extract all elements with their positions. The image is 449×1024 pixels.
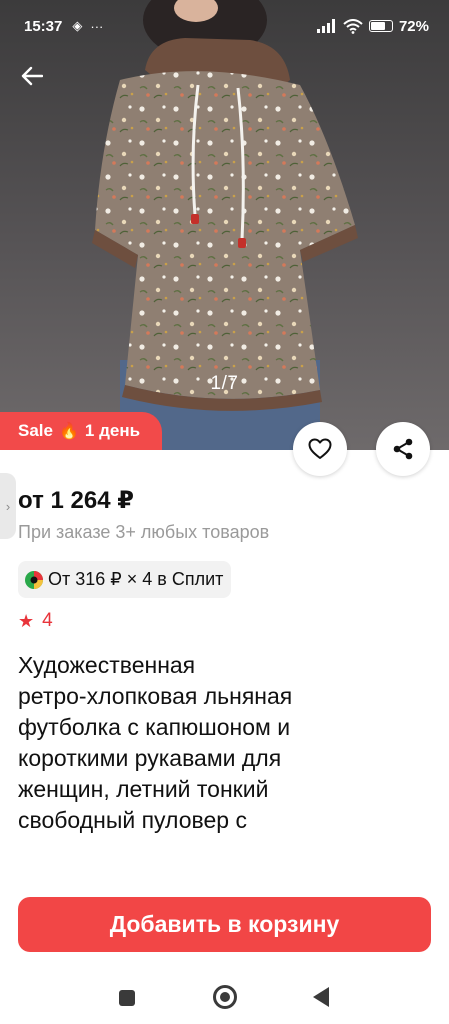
recent-apps-button[interactable] — [119, 990, 135, 1006]
split-payment-chip[interactable]: От 316 ₽ × 4 в Сплит — [18, 561, 232, 598]
share-button[interactable] — [376, 422, 430, 476]
title-line: женщин, летний тонкий — [18, 776, 269, 802]
arrow-left-icon — [21, 66, 43, 86]
title-line: свободный пуловер с — [18, 807, 247, 833]
product-gallery[interactable]: 15:37 ◈ ··· 72% 1/7 — [0, 0, 449, 450]
chevron-right-icon: › — [5, 498, 11, 514]
status-bar: 15:37 ◈ ··· 72% — [0, 0, 449, 52]
product-price: от 1 264 ₽ — [18, 487, 134, 514]
price-condition: При заказе 3+ любых товаров — [18, 522, 270, 542]
notification-icon: ◈ — [72, 18, 83, 33]
split-logo-icon — [25, 570, 43, 589]
battery-percent: 72% — [398, 17, 429, 35]
battery-icon — [368, 20, 393, 32]
title-line: футболка с капюшоном и — [18, 714, 291, 740]
system-back-button[interactable] — [313, 987, 329, 1007]
share-icon — [393, 438, 413, 460]
title-line: короткими рукавами для — [18, 745, 282, 771]
add-to-cart-label: Добавить в корзину — [109, 911, 340, 937]
side-drawer-handle[interactable]: › — [0, 473, 16, 539]
title-line: ретро-хлопковая льняная — [18, 683, 293, 709]
status-time: 15:37 — [24, 17, 63, 35]
rating-value: 4 — [42, 610, 53, 631]
signal-icon — [316, 19, 335, 33]
fire-icon: 🔥 — [58, 423, 79, 440]
add-to-cart-button[interactable]: Добавить в корзину — [18, 897, 431, 952]
favorite-button[interactable] — [293, 422, 347, 476]
title-line: Художественная — [18, 652, 196, 678]
sale-duration: 1 день — [84, 421, 141, 440]
gallery-page-indicator: 1/7 — [210, 373, 239, 394]
sale-label: Sale — [18, 421, 53, 440]
home-button[interactable] — [213, 985, 237, 1009]
heart-icon — [308, 438, 332, 459]
product-rating[interactable]: ★ 4 — [18, 610, 53, 632]
split-payment-text: От 316 ₽ × 4 в Сплит — [48, 569, 224, 589]
back-button[interactable] — [14, 58, 50, 94]
product-title: Художественная ретро-хлопковая льняная ф… — [18, 650, 428, 836]
wifi-icon — [343, 18, 363, 34]
star-icon: ★ — [18, 610, 35, 631]
sale-badge: Sale 🔥 1 день — [0, 412, 163, 450]
more-notifications-icon: ··· — [90, 18, 104, 34]
